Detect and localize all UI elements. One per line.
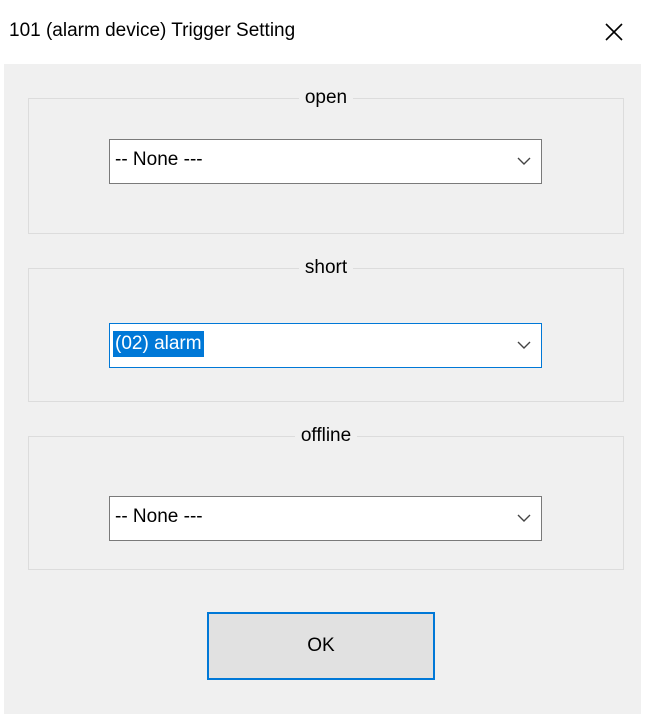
short-trigger-select[interactable]: (02) alarm [109,323,542,368]
window-title: 101 (alarm device) Trigger Setting [9,20,296,41]
short-trigger-select-value: (02) alarm [113,331,204,357]
offline-group: offline -- None --- [28,425,624,570]
chevron-down-icon [517,157,531,165]
short-group: short (02) alarm [28,257,624,402]
chevron-down-icon [517,514,531,522]
ok-button[interactable]: OK [207,612,435,680]
dialog-window: 101 (alarm device) Trigger Setting open … [0,0,647,718]
dialog-client-area: open -- None --- short (02) alarm offlin… [4,64,641,714]
open-group-label: open [298,87,354,108]
close-button[interactable] [583,0,647,64]
offline-trigger-select-value: -- None --- [115,506,203,527]
offline-group-label: offline [294,425,358,446]
short-group-label: short [298,257,354,278]
chevron-down-icon [517,341,531,349]
offline-trigger-select[interactable]: -- None --- [109,496,542,541]
title-bar[interactable]: 101 (alarm device) Trigger Setting [0,0,647,64]
close-icon [605,23,623,41]
open-trigger-select[interactable]: -- None --- [109,139,542,184]
open-trigger-select-value: -- None --- [115,149,203,170]
open-group: open -- None --- [28,87,624,234]
